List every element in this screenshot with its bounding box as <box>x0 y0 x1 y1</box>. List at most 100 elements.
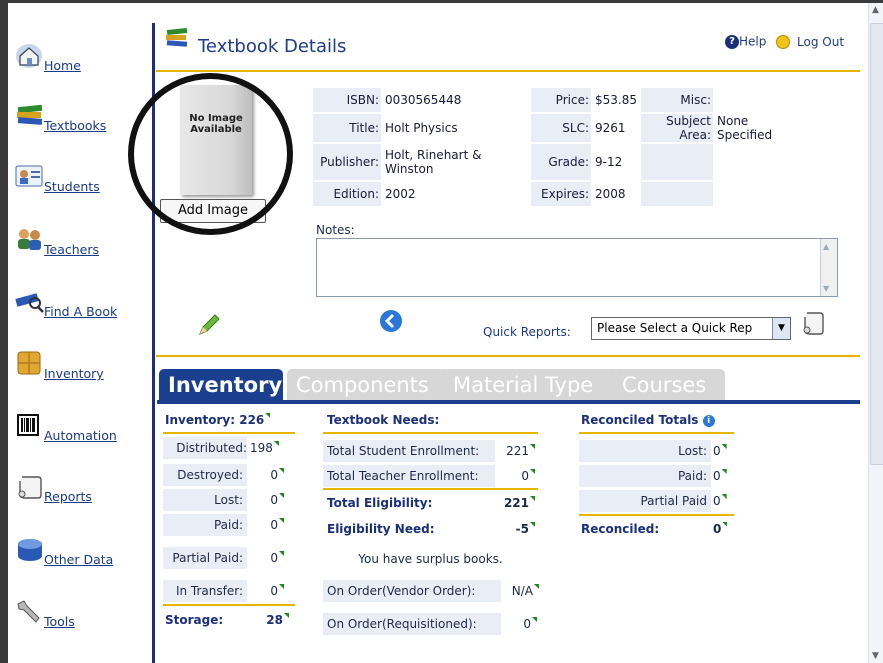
barcode-icon <box>17 414 39 436</box>
scroll-report-icon[interactable] <box>800 310 826 338</box>
price-label: Price: <box>531 88 591 112</box>
storage-label: Storage: <box>165 613 224 627</box>
database-icon <box>18 539 42 561</box>
partial-paid-label: Partial Paid: <box>163 547 247 569</box>
flag-icon <box>721 469 727 474</box>
scroll-down-icon[interactable]: ▼ <box>872 651 879 661</box>
tab-material-type[interactable]: Material Type <box>444 369 619 401</box>
section-divider <box>156 355 860 357</box>
inventory-total-value: 226 <box>239 413 265 427</box>
tab-underline <box>157 400 860 404</box>
blank-cell <box>641 144 713 180</box>
students-icon <box>15 165 43 187</box>
nav-label: Inventory <box>44 366 104 381</box>
nav-item-teachers[interactable]: Teachers <box>14 226 144 266</box>
tab-inventory[interactable]: Inventory <box>159 369 283 401</box>
flag-icon <box>273 441 279 446</box>
surplus-message: You have surplus books. <box>358 552 503 566</box>
distributed-value: 198 <box>250 437 290 459</box>
in-transfer-label: In Transfer: <box>163 580 247 602</box>
publisher-label: Publisher: <box>313 144 381 180</box>
books-icon <box>166 27 188 47</box>
books-icon <box>17 104 43 125</box>
info-icon[interactable]: i <box>702 414 715 427</box>
notes-scrollbar[interactable]: ▲ ▼ <box>820 239 837 296</box>
reconciled-lost-label: Lost: <box>579 440 711 462</box>
storage-value: 28 <box>266 609 289 631</box>
flag-icon <box>279 551 284 556</box>
blank-cell <box>715 144 799 180</box>
nav-label: Automation <box>44 428 117 443</box>
logout-icon[interactable] <box>776 34 791 49</box>
nav-label: Textbooks <box>44 118 107 133</box>
back-arrow-icon[interactable] <box>379 309 403 333</box>
flag-icon <box>279 584 284 589</box>
notes-textarea[interactable]: ▲ ▼ <box>316 238 838 297</box>
inventory-total-label: Inventory: <box>165 413 236 427</box>
scroll-up-icon[interactable]: ▲ <box>872 5 879 15</box>
wrench-icon <box>17 600 40 623</box>
teacher-enrollment-label: Total Teacher Enrollment: <box>323 465 495 487</box>
destroyed-value: 0 <box>250 464 290 486</box>
tab-courses[interactable]: Courses <box>613 369 725 401</box>
row-separator <box>163 432 295 434</box>
reconciled-label: Reconciled: <box>581 522 660 536</box>
student-enrollment-value: 221 <box>497 440 539 462</box>
grade-label: Grade: <box>531 144 591 180</box>
edit-pencil-icon[interactable] <box>196 312 222 338</box>
nav-item-inventory[interactable]: Inventory <box>14 350 144 390</box>
nav-item-other-data[interactable]: Other Data <box>14 536 144 576</box>
reconciled-lost-value: 0 <box>713 440 737 462</box>
nav-item-tools[interactable]: Tools <box>14 598 144 638</box>
slc-label: SLC: <box>531 114 591 142</box>
header-underline <box>156 70 860 72</box>
nav-item-students[interactable]: Students <box>14 163 144 203</box>
nav-item-textbooks[interactable]: Textbooks <box>14 102 144 142</box>
nav-label: Home <box>44 58 81 73</box>
nav-label: Other Data <box>44 552 114 567</box>
eligibility-need-label: Eligibility Need: <box>327 522 435 536</box>
nav-label: Reports <box>44 489 92 504</box>
nav-item-automation[interactable]: Automation <box>14 412 144 452</box>
scroll-down-icon[interactable]: ▼ <box>823 284 829 293</box>
scrollbar-thumb[interactable] <box>870 23 883 465</box>
nav-label: Find A Book <box>44 304 118 319</box>
flag-icon <box>721 494 727 499</box>
textbook-details-table: ISBN: 0030565448 Price: $53.85 Misc: Tit… <box>311 86 801 208</box>
teachers-icon <box>18 229 41 250</box>
nav-item-home[interactable]: Home <box>14 42 144 82</box>
title-label: Title: <box>313 114 381 142</box>
expires-label: Expires: <box>531 182 591 206</box>
flag-icon <box>279 493 284 498</box>
reconciled-header: Reconciled Totals i <box>581 409 715 431</box>
quick-reports-select[interactable]: Please Select a Quick Rep ▼ <box>591 317 791 340</box>
help-link[interactable]: Help <box>739 35 766 49</box>
flag-icon <box>532 617 537 622</box>
lost-label: Lost: <box>163 489 247 511</box>
help-icon[interactable]: ? <box>725 34 739 49</box>
distributed-label: Distributed: <box>163 437 247 459</box>
nav-item-reports[interactable]: Reports <box>14 473 144 513</box>
page-scrollbar[interactable]: ▲ ▼ <box>868 3 883 663</box>
vendor-order-value: N/A <box>501 580 541 602</box>
inventory-box-icon <box>17 351 41 375</box>
flag-icon <box>530 496 535 501</box>
scroll-up-icon[interactable]: ▲ <box>823 242 829 251</box>
chevron-down-icon[interactable]: ▼ <box>772 318 790 339</box>
row-separator <box>323 488 538 490</box>
reconciled-paid-value: 0 <box>713 465 737 487</box>
partial-paid-value: 0 <box>250 547 290 569</box>
reconciled-paid-label: Paid: <box>579 465 711 487</box>
misc-value <box>715 88 799 112</box>
total-eligibility-label: Total Eligibility: <box>327 496 433 510</box>
window-left-border <box>0 0 8 663</box>
tab-components[interactable]: Components <box>287 369 450 401</box>
logout-link[interactable]: Log Out <box>797 35 844 49</box>
expires-value: 2008 <box>595 187 626 201</box>
quick-reports-label: Quick Reports: <box>483 325 571 339</box>
flag-icon <box>534 584 539 589</box>
row-separator <box>323 432 538 434</box>
reconciled-partial-value: 0 <box>713 490 737 512</box>
nav-item-find-a-book[interactable]: Find A Book <box>14 288 144 328</box>
slc-value: 9261 <box>595 121 626 135</box>
